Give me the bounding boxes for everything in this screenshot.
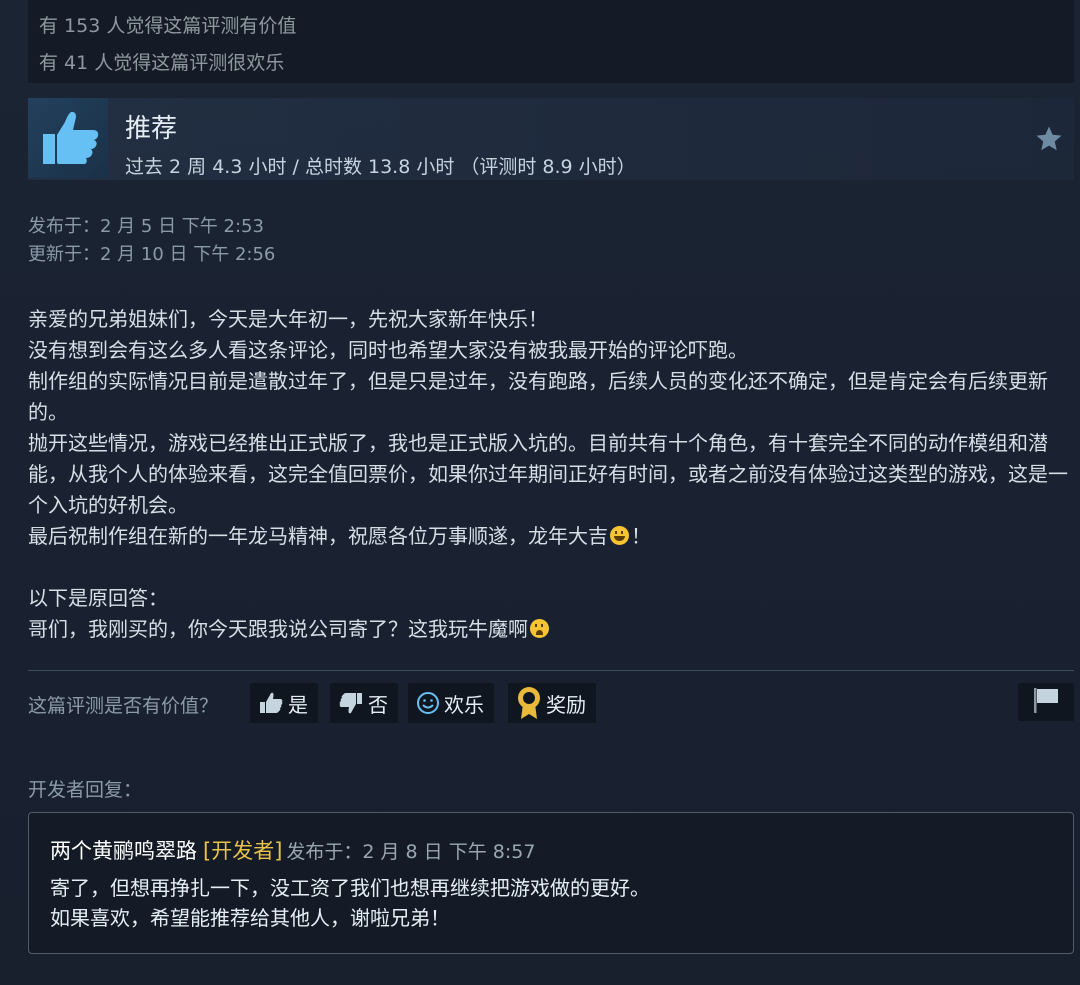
thumbs-up-icon: [258, 691, 284, 715]
vote-yes-label: 是: [288, 692, 308, 717]
review-dates: 发布于：2 月 5 日 下午 2:53 更新于：2 月 10 日 下午 2:56: [28, 213, 275, 269]
vote-funny-button[interactable]: 欢乐: [408, 683, 494, 723]
review-paragraph: 最后祝制作组在新的一年龙马精神，祝愿各位万事顺遂，龙年大吉 ！: [28, 521, 1068, 552]
award-ribbon-icon: [516, 686, 542, 720]
vote-no-button[interactable]: 否: [330, 683, 398, 723]
review-paragraph-end: ！: [631, 524, 651, 548]
thumbs-up-icon: [28, 98, 108, 178]
developer-message-line: 寄了，但想再挣扎一下，没工资了我们也想再继续把游戏做的更好。: [50, 876, 650, 900]
vote-yes-button[interactable]: 是: [250, 683, 318, 723]
playtime-info: 过去 2 周 4.3 小时 / 总时数 13.8 小时 （评测时 8.9 小时）: [125, 156, 636, 178]
thumbs-down-icon: [338, 691, 364, 715]
developer-name: 两个黄鹂鸣翠路: [50, 839, 197, 863]
vote-question: 这篇评测是否有价值？: [28, 695, 219, 717]
developer-message-line: 如果喜欢，希望能推荐给其他人，谢啦兄弟！: [50, 906, 450, 930]
posted-date: 发布于：2 月 5 日 下午 2:53: [28, 216, 264, 237]
developer-response-label: 开发者回复：: [28, 779, 143, 801]
developer-badge: [开发者]: [203, 839, 283, 863]
star-icon[interactable]: [1034, 124, 1064, 154]
divider: [28, 670, 1074, 671]
developer-message: 寄了，但想再挣扎一下，没工资了我们也想再继续把游戏做的更好。 如果喜欢，希望能推…: [50, 873, 650, 933]
vote-funny-label: 欢乐: [444, 692, 484, 717]
crying-emoji-icon: [530, 619, 549, 638]
smiley-icon: [416, 691, 440, 715]
funny-count: 有 41 人觉得这篇评测很欢乐: [39, 52, 285, 74]
grinning-emoji-icon: [610, 526, 629, 545]
flag-icon: [1031, 686, 1061, 718]
vote-bar: 这篇评测是否有价值？ 是 否 欢乐 奖励: [28, 683, 1074, 723]
helpful-stats: 有 153 人觉得这篇评测有价值 有 41 人觉得这篇评测很欢乐: [28, 0, 1074, 83]
original-answer-label: 以下是原回答：: [28, 586, 168, 610]
award-button[interactable]: 奖励: [508, 683, 596, 723]
review-header: 推荐 过去 2 周 4.3 小时 / 总时数 13.8 小时 （评测时 8.9 …: [28, 98, 1074, 180]
updated-date: 更新于：2 月 10 日 下午 2:56: [28, 244, 276, 265]
review-paragraph: 制作组的实际情况目前是遣散过年了，但是只是过年，没有跑路，后续人员的变化还不确定…: [28, 369, 1048, 424]
vote-no-label: 否: [368, 692, 388, 717]
developer-response-date: 发布于：2 月 8 日 下午 8:57: [286, 841, 536, 863]
review-paragraph-text: 哥们，我刚买的，你今天跟我说公司寄了？这我玩牛魔啊: [28, 617, 528, 641]
review-paragraph-text: 最后祝制作组在新的一年龙马精神，祝愿各位万事顺遂，龙年大吉: [28, 524, 608, 548]
developer-response-header: 两个黄鹂鸣翠路 [开发者] 发布于：2 月 8 日 下午 8:57: [50, 835, 535, 865]
review-paragraph: 哥们，我刚买的，你今天跟我说公司寄了？这我玩牛魔啊: [28, 614, 1068, 645]
report-flag-button[interactable]: [1018, 683, 1074, 721]
review-paragraph: 抛开这些情况，游戏已经推出正式版了，我也是正式版入坑的。目前共有十个角色，有十套…: [28, 431, 1068, 517]
helpful-count: 有 153 人觉得这篇评测有价值: [39, 15, 297, 37]
developer-response-box: 两个黄鹂鸣翠路 [开发者] 发布于：2 月 8 日 下午 8:57 寄了，但想再挣扎…: [28, 812, 1074, 954]
recommendation-title: 推荐: [125, 114, 178, 144]
award-label: 奖励: [546, 692, 586, 717]
review-body: 亲爱的兄弟姐妹们，今天是大年初一，先祝大家新年快乐！ 没有想到会有这么多人看这条…: [28, 304, 1068, 645]
review-paragraph: 亲爱的兄弟姐妹们，今天是大年初一，先祝大家新年快乐！: [28, 307, 548, 331]
review-paragraph: 没有想到会有这么多人看这条评论，同时也希望大家没有被我最开始的评论吓跑。: [28, 338, 748, 362]
